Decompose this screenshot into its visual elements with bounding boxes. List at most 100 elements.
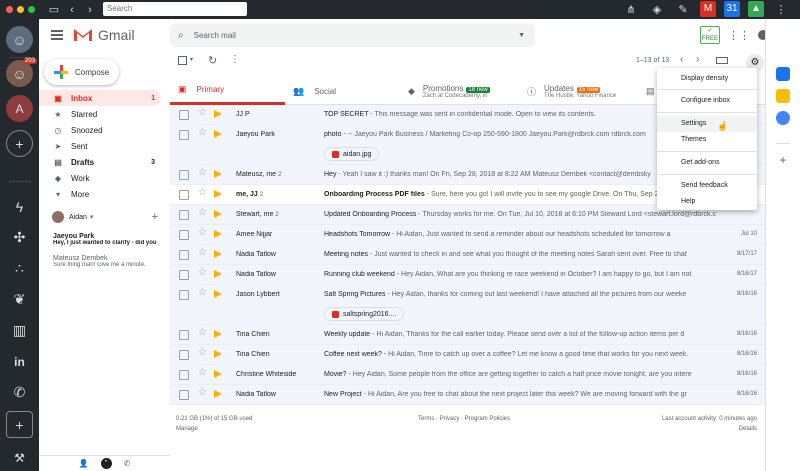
row-checkbox[interactable] [179,270,189,280]
tab-social[interactable]: 👥 Social [293,77,398,105]
calendar-icon[interactable]: 31 [724,1,740,17]
row-checkbox[interactable] [179,190,189,200]
account-letter-avatar[interactable]: A [6,95,33,122]
browser-search-input[interactable]: Search [103,2,247,16]
calendar-icon[interactable] [776,67,790,81]
email-row[interactable]: ☆ Christine Whiteside Movie? - Hey Aidan… [170,365,765,385]
layers-icon[interactable]: ◈ [648,3,666,16]
linkedin-icon[interactable]: in [6,348,33,375]
back-icon[interactable]: ‹ [63,4,81,16]
row-checkbox[interactable] [179,250,189,260]
sidebar-item-drafts[interactable]: ▤ Drafts 3 [39,154,161,170]
sidebar-item-snoozed[interactable]: ◷ Snoozed [39,122,161,138]
row-checkbox[interactable] [179,370,189,380]
add-account-icon[interactable]: + [6,130,33,157]
phone-icon[interactable]: ✆ [124,459,131,468]
search-icon[interactable]: ⌕ [178,30,184,41]
sidebar-item-work[interactable]: ◆ Work [39,170,161,186]
menu-item-configure-inbox[interactable]: Configure inbox [657,93,757,109]
share-icon[interactable]: ⋔ [622,3,640,16]
forward-icon[interactable]: › [81,4,99,16]
chat-item[interactable]: Mateusz Dembek Sure thing man! Give me a… [39,255,170,268]
importance-marker-icon[interactable] [213,170,222,178]
star-icon[interactable]: ☆ [198,188,207,198]
select-all-checkbox[interactable] [178,56,187,65]
asana-icon[interactable]: ∴ [6,255,33,282]
row-checkbox[interactable] [179,350,189,360]
menu-item-get-add-ons[interactable]: Get add-ons [657,155,757,171]
email-row[interactable]: ☆ Tina Chien Coffee next week? - Hi Aida… [170,345,765,365]
hangouts-avatar[interactable] [52,211,64,223]
sidebar-item-starred[interactable]: ★ Starred [39,106,161,122]
get-addons-icon[interactable]: + [776,153,790,167]
importance-marker-icon[interactable] [213,390,222,398]
email-row[interactable]: ☆ Amee Nijjar Headshots Tomorrow - Hi Ai… [170,225,765,245]
hangouts-icon[interactable]: ” [100,458,112,469]
new-chat-icon[interactable]: + [152,211,158,223]
slack-icon[interactable]: ✣ [6,224,33,251]
older-icon[interactable]: › [696,54,699,65]
star-icon[interactable]: ☆ [198,348,207,358]
menu-item-send-feedback[interactable]: Send feedback [657,178,757,194]
tab-updates[interactable]: ⓘ Updates 15 new The Hustle, Yahoo Financ… [527,77,635,105]
policy-links[interactable]: Terms · Privacy · Program Policies [418,416,510,422]
tab-promotions[interactable]: ◆ Promotions 18 new Zach at Codecademy, i… [408,77,520,105]
star-icon[interactable]: ☆ [198,328,207,338]
main-menu-icon[interactable] [51,28,63,42]
compose-button[interactable]: Compose [44,59,119,85]
star-icon[interactable]: ☆ [198,128,207,138]
person-icon[interactable]: 👤 [79,459,89,468]
evernote-icon[interactable]: ❦ [6,286,33,313]
row-checkbox[interactable] [179,130,189,140]
star-icon[interactable]: ☆ [198,168,207,178]
email-row[interactable]: ☆ Tina Chien Weekly update - Hi Aidan, T… [170,325,765,345]
search-options-icon[interactable]: ▼ [518,32,525,39]
minimize-window-button[interactable] [17,6,24,13]
star-icon[interactable]: ☆ [198,228,207,238]
sidebar-item-inbox[interactable]: ▣ Inbox 1 [39,90,161,106]
gmail-logo-icon[interactable] [73,28,93,42]
chat-item[interactable]: Jaeyou Park Hey, I just wanted to clarif… [39,233,170,246]
newer-icon[interactable]: ‹ [680,54,683,65]
tab-primary[interactable]: ▣ Primary [170,77,285,105]
menu-icon[interactable]: ⋮ [772,3,790,16]
pen-icon[interactable]: ✎ [674,3,692,16]
maximize-window-button[interactable] [28,6,35,13]
importance-marker-icon[interactable] [213,250,222,258]
star-icon[interactable]: ☆ [198,208,207,218]
wrench-icon[interactable]: ⚒ [6,444,33,471]
hangouts-user[interactable]: Aidan [69,214,87,221]
row-checkbox[interactable] [179,170,189,180]
importance-marker-icon[interactable] [213,190,222,198]
drive-icon[interactable]: ▲ [748,1,764,17]
email-row[interactable]: ☆ Jason Lybbert Salt Spring Pictures - H… [170,285,765,325]
trello-icon[interactable]: ▥ [6,317,33,344]
row-checkbox[interactable] [179,230,189,240]
star-icon[interactable]: ☆ [198,108,207,118]
menu-item-display-density[interactable]: Display density [657,71,757,87]
refresh-icon[interactable]: ↻ [208,54,217,67]
importance-marker-icon[interactable] [213,350,222,358]
account-avatar[interactable]: ☺ 203 [6,58,37,87]
select-dropdown-icon[interactable]: ▾ [190,56,193,63]
star-icon[interactable]: ☆ [198,268,207,278]
input-tools-icon[interactable] [716,57,728,64]
row-checkbox[interactable] [179,290,189,300]
sidebar-item-more[interactable]: ▾ More [39,186,161,202]
email-row[interactable]: ☆ Nadia Tatlow Running club weekend - He… [170,265,765,285]
importance-marker-icon[interactable] [213,370,222,378]
email-row[interactable]: ☆ Nadia Tatlow Meeting notes - Just want… [170,245,765,265]
star-icon[interactable]: ☆ [198,288,207,298]
free-badge-icon[interactable]: ✓ FREE [700,26,720,44]
row-checkbox[interactable] [179,390,189,400]
star-icon[interactable]: ☆ [198,368,207,378]
whatsapp-icon[interactable]: ✆ [6,379,33,406]
menu-item-help[interactable]: Help [657,194,757,210]
menu-item-settings[interactable]: Settings [657,116,757,132]
star-icon[interactable]: ☆ [198,248,207,258]
chevron-down-icon[interactable]: ▾ [90,213,94,221]
search-bar[interactable]: ⌕ Search mail ▼ [170,23,535,47]
more-options-icon[interactable]: ⋮ [230,54,240,65]
menu-item-themes[interactable]: Themes [657,132,757,148]
importance-marker-icon[interactable] [213,230,222,238]
